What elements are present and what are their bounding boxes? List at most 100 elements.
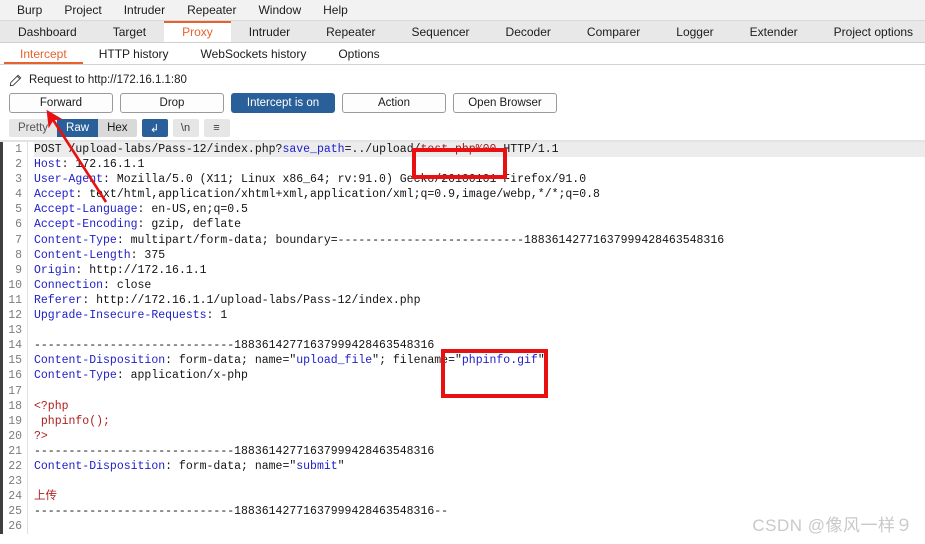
line-number: 4 [15,188,22,202]
view-mode-hex[interactable]: Hex [98,119,137,137]
code-line: Referer: http://172.16.1.1/upload-labs/P… [34,293,925,308]
code-span: test.php%00 [420,143,497,156]
tab-intruder[interactable]: Intruder [231,21,308,42]
tab-repeater[interactable]: Repeater [308,21,393,42]
line-number: 5 [15,203,22,217]
code-span: submit [296,459,338,473]
tab-comparer[interactable]: Comparer [569,21,658,42]
tab-project-options[interactable]: Project options [816,21,925,42]
line-number: 21 [8,444,22,458]
subtab-http-history[interactable]: HTTP history [83,43,185,64]
menu-item-help[interactable]: Help [312,0,359,20]
line-number: 23 [8,475,22,489]
intercept-action-bar: Forward Drop Intercept is on Action Open… [0,91,925,117]
tab-decoder[interactable]: Decoder [488,21,569,42]
code-line: User-Agent: Mozilla/5.0 (X11; Linux x86_… [34,172,925,187]
code-span: : text/html,application/xhtml+xml,applic… [75,188,600,202]
view-mode-group: Pretty Raw Hex [9,119,137,137]
subtab-websockets-history[interactable]: WebSockets history [185,43,323,64]
code-span: save_path [282,143,345,156]
code-line: Host: 172.16.1.1 [34,157,925,172]
line-number: 20 [8,429,22,443]
code-line: Content-Length: 375 [34,248,925,263]
code-span: Content-Disposition [34,354,166,368]
code-span: : http://172.16.1.1/upload-labs/Pass-12/… [82,293,421,307]
line-number: 18 [8,399,22,413]
code-line: Content-Disposition: form-data; name="su… [34,459,925,474]
code-span: -----------------------------18836142771… [34,444,435,458]
view-mode-raw[interactable]: Raw [57,119,99,137]
sub-tab-bar: Intercept HTTP history WebSockets histor… [0,43,925,65]
code-span: 上传 [34,490,57,504]
menu-item-burp[interactable]: Burp [6,0,53,20]
line-number: 11 [8,293,22,307]
code-span: "; filename=" [372,354,462,368]
main-tab-bar: Dashboard Target Proxy Intruder Repeater… [0,21,925,43]
code-span: phpinfo.gif [461,354,538,368]
code-span: " [337,459,345,473]
subtab-intercept[interactable]: Intercept [4,43,83,64]
editor-toolbar: Pretty Raw Hex ↲ \n ≡ [0,117,925,141]
request-raw-text[interactable]: POST /upload-labs/Pass-12/index.php?save… [28,142,925,534]
action-button[interactable]: Action [342,93,446,113]
request-editor[interactable]: 1 2 3 4 5 6 7 8 9 10 11 12 13 14 15 16 17 18 19 20 21 22 23 24 2… [0,141,925,534]
code-span: : gzip, deflate [137,218,242,232]
code-span: HTTP/1.1 [496,143,559,156]
view-mode-pretty[interactable]: Pretty [9,119,58,137]
code-span: Connection [34,278,104,292]
open-browser-button[interactable]: Open Browser [453,93,557,113]
code-line: POST /upload-labs/Pass-12/index.php?save… [34,142,925,158]
line-number: 1 [15,143,22,156]
request-target-row: Request to http://172.16.1.1:80 [0,69,925,91]
menu-item-repeater[interactable]: Repeater [176,0,247,20]
code-line: -----------------------------18836142771… [34,504,925,519]
code-span: -----------------------------18836142771… [34,339,435,353]
code-span: : 172.16.1.1 [61,158,145,172]
word-wrap-icon[interactable]: ↲ [141,119,168,137]
code-span: Accept [34,188,76,202]
intercept-toggle-button[interactable]: Intercept is on [231,93,335,113]
menu-icon[interactable]: ≡ [203,119,230,137]
code-span: -----------------------------18836142771… [34,505,449,519]
line-number: 9 [15,263,22,277]
code-span: : form-data; name=" [165,459,297,473]
tab-proxy[interactable]: Proxy [164,21,231,42]
code-line: Accept: text/html,application/xhtml+xml,… [34,187,925,202]
code-span: <?php [34,399,69,413]
code-span: phpinfo(); [34,414,110,428]
code-line: Accept-Language: en-US,en;q=0.5 [34,202,925,217]
drop-button[interactable]: Drop [120,93,224,113]
code-line: ?> [34,429,925,444]
tab-dashboard[interactable]: Dashboard [0,21,95,42]
code-span: : en-US,en;q=0.5 [137,203,248,217]
line-number: 16 [8,369,22,383]
tab-extender[interactable]: Extender [732,21,816,42]
line-number: 17 [8,384,22,398]
code-span: Origin [34,263,76,277]
code-span: " [537,354,545,368]
code-span: upload_file [296,354,373,368]
newline-icon[interactable]: \n [172,119,199,137]
code-span: : http://172.16.1.1 [75,263,207,277]
line-number: 12 [8,309,22,323]
line-number-gutter: 1 2 3 4 5 6 7 8 9 10 11 12 13 14 15 16 17 18 19 20 21 22 23 24 2… [3,142,28,534]
line-number: 7 [15,233,22,247]
forward-button[interactable]: Forward [9,93,113,113]
line-number: 24 [8,490,22,504]
tab-target[interactable]: Target [95,21,164,42]
code-span: ?> [34,429,48,443]
line-number: 10 [8,278,22,292]
line-number: 22 [8,459,22,473]
tab-logger[interactable]: Logger [658,21,731,42]
menu-item-intruder[interactable]: Intruder [113,0,176,20]
menu-item-project[interactable]: Project [53,0,112,20]
line-number: 3 [15,173,22,187]
menu-item-window[interactable]: Window [247,0,312,20]
line-number: 26 [8,520,22,534]
code-line: -----------------------------18836142771… [34,444,925,459]
subtab-options[interactable]: Options [322,43,395,64]
tab-sequencer[interactable]: Sequencer [394,21,488,42]
